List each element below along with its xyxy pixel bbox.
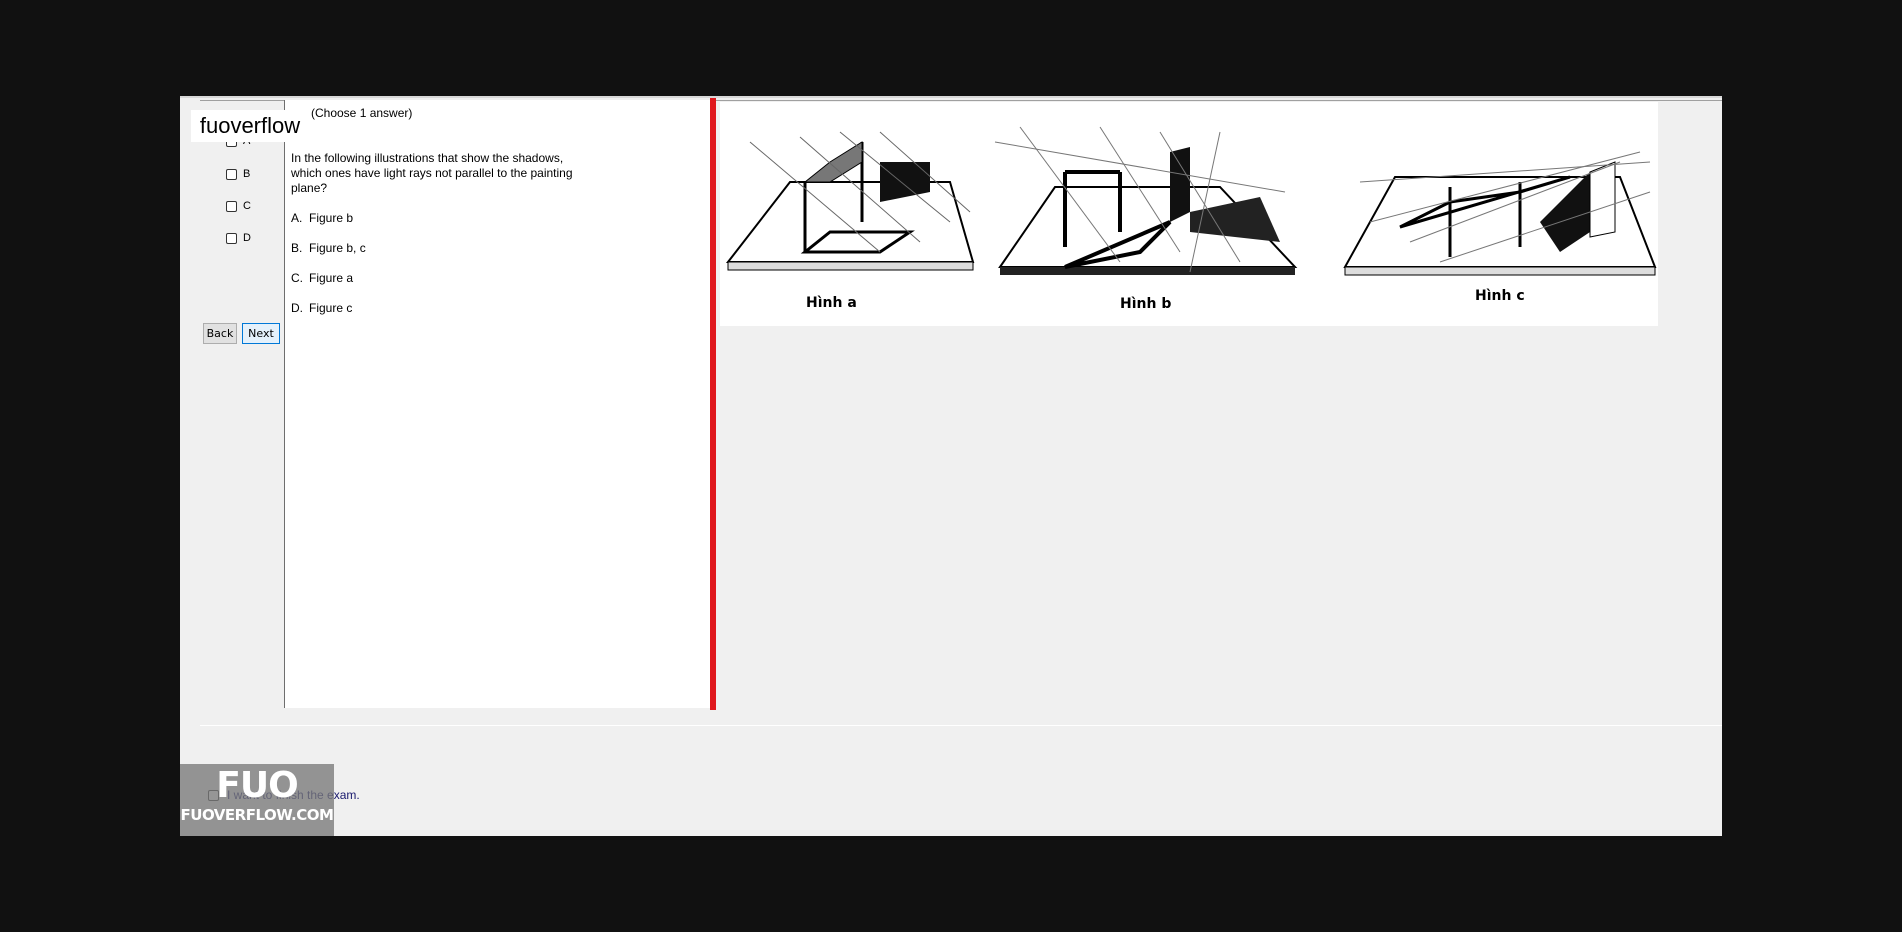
question-option-a: A. Figure b: [291, 211, 353, 225]
answer-option-c[interactable]: C: [226, 199, 251, 213]
figure-a-drawing: [725, 131, 975, 271]
fuo-logo-site: FUOVERFLOW.COM: [180, 806, 334, 824]
fuoverflow-watermark: fuoverflow: [191, 110, 309, 142]
question-option-c: C. Figure a: [291, 271, 353, 285]
question-text: In the following illustrations that show…: [291, 151, 573, 195]
figure-c-label: Hình c: [1475, 288, 1525, 304]
question-option-text: Figure c: [309, 301, 353, 315]
answer-checkbox-d[interactable]: [226, 232, 237, 244]
answer-option-b[interactable]: B: [226, 167, 250, 181]
figure-a-label: Hình a: [806, 295, 857, 311]
fuoverflow-logo: FUO FUOVERFLOW.COM: [180, 764, 334, 836]
figure-b-label: Hình b: [1120, 296, 1171, 312]
question-option-letter: D.: [291, 301, 303, 315]
question-header: (Choose 1 answer): [311, 106, 413, 120]
question-option-text: Figure a: [309, 271, 354, 285]
figure-image-panel: Hình a Hình b Hình c: [720, 102, 1658, 326]
question-option-text: Figure b, c: [309, 241, 366, 255]
figure-c-drawing: [1343, 151, 1657, 276]
answer-label-c: C: [243, 200, 251, 212]
question-option-d: D. Figure c: [291, 301, 352, 315]
answer-label-b: B: [243, 168, 251, 180]
question-option-letter: C.: [291, 271, 303, 285]
answer-option-d[interactable]: D: [226, 231, 251, 245]
question-option-text: Figure b: [309, 211, 354, 225]
question-panel: (Choose 1 answer) In the following illus…: [284, 100, 711, 708]
fuo-logo-text: FUO: [216, 765, 298, 806]
question-option-letter: B.: [291, 241, 303, 255]
answer-checkbox-b[interactable]: [226, 168, 237, 180]
figure-b-drawing: [994, 126, 1298, 275]
question-option-b: B. Figure b, c: [291, 241, 366, 255]
next-button[interactable]: Next: [242, 323, 280, 344]
window-top-border: [180, 96, 1722, 98]
answer-label-d: D: [243, 232, 251, 244]
panel-divider[interactable]: [710, 98, 716, 710]
shadow-illustrations: Hình a Hình b Hình c: [725, 126, 1657, 312]
answer-column: A B C D Back Next: [200, 101, 281, 725]
question-option-letter: A.: [291, 211, 303, 225]
answer-checkbox-c[interactable]: [226, 200, 237, 212]
back-button[interactable]: Back: [203, 323, 237, 344]
